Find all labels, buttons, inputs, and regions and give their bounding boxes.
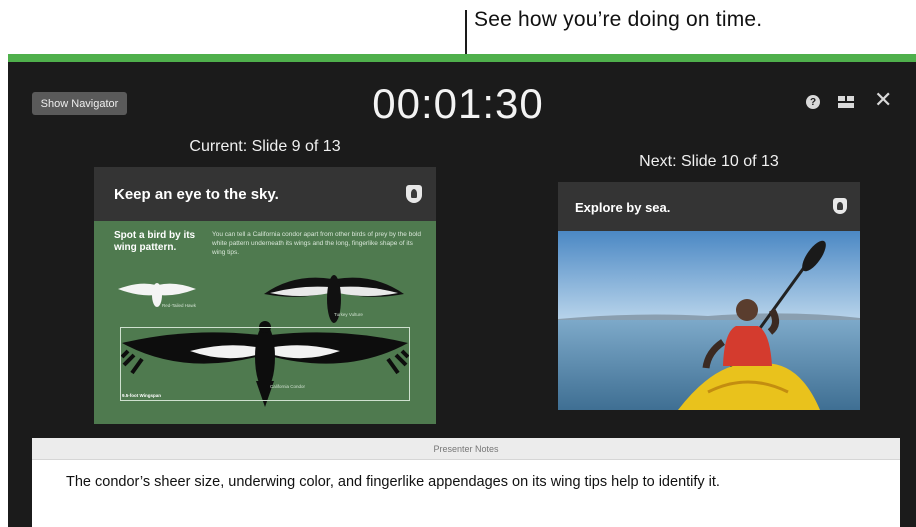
- wingspan-bracket: [120, 327, 410, 401]
- elapsed-timer[interactable]: 00:01:30: [358, 80, 558, 128]
- next-slide-title: Explore by sea.: [575, 200, 671, 215]
- current-slide-label: Current: Slide 9 of 13: [189, 138, 341, 155]
- timer-progress-bar: [8, 54, 916, 62]
- bird-label-vulture: Turkey Vulture: [334, 312, 363, 317]
- presenter-display-window: Show Navigator 00:01:30 ? ✕ Current: Sli…: [8, 54, 916, 527]
- callout-text: See how you’re doing on time.: [474, 8, 763, 31]
- next-slide-preview[interactable]: Explore by sea.: [558, 182, 860, 410]
- help-icon[interactable]: ?: [806, 95, 820, 109]
- next-slide-header: Explore by sea.: [558, 182, 860, 231]
- bird-logo-icon: [833, 198, 847, 214]
- next-slide-label: Next: Slide 10 of 13: [639, 153, 779, 170]
- layout-icon[interactable]: [838, 96, 854, 108]
- current-slide-preview[interactable]: Keep an eye to the sky. Spot a bird by i…: [94, 167, 436, 424]
- presenter-notes-panel[interactable]: Presenter Notes The condor’s sheer size,…: [32, 438, 900, 527]
- presenter-notes-text[interactable]: The condor’s sheer size, underwing color…: [66, 474, 720, 490]
- bird-label-hawk: Red-Tailed Hawk: [162, 303, 197, 308]
- close-icon[interactable]: ✕: [874, 88, 892, 112]
- show-navigator-button[interactable]: Show Navigator: [32, 92, 127, 115]
- presenter-notes-header: Presenter Notes: [32, 438, 900, 460]
- wingspan-label: 9.5-foot Wingspan: [122, 393, 161, 398]
